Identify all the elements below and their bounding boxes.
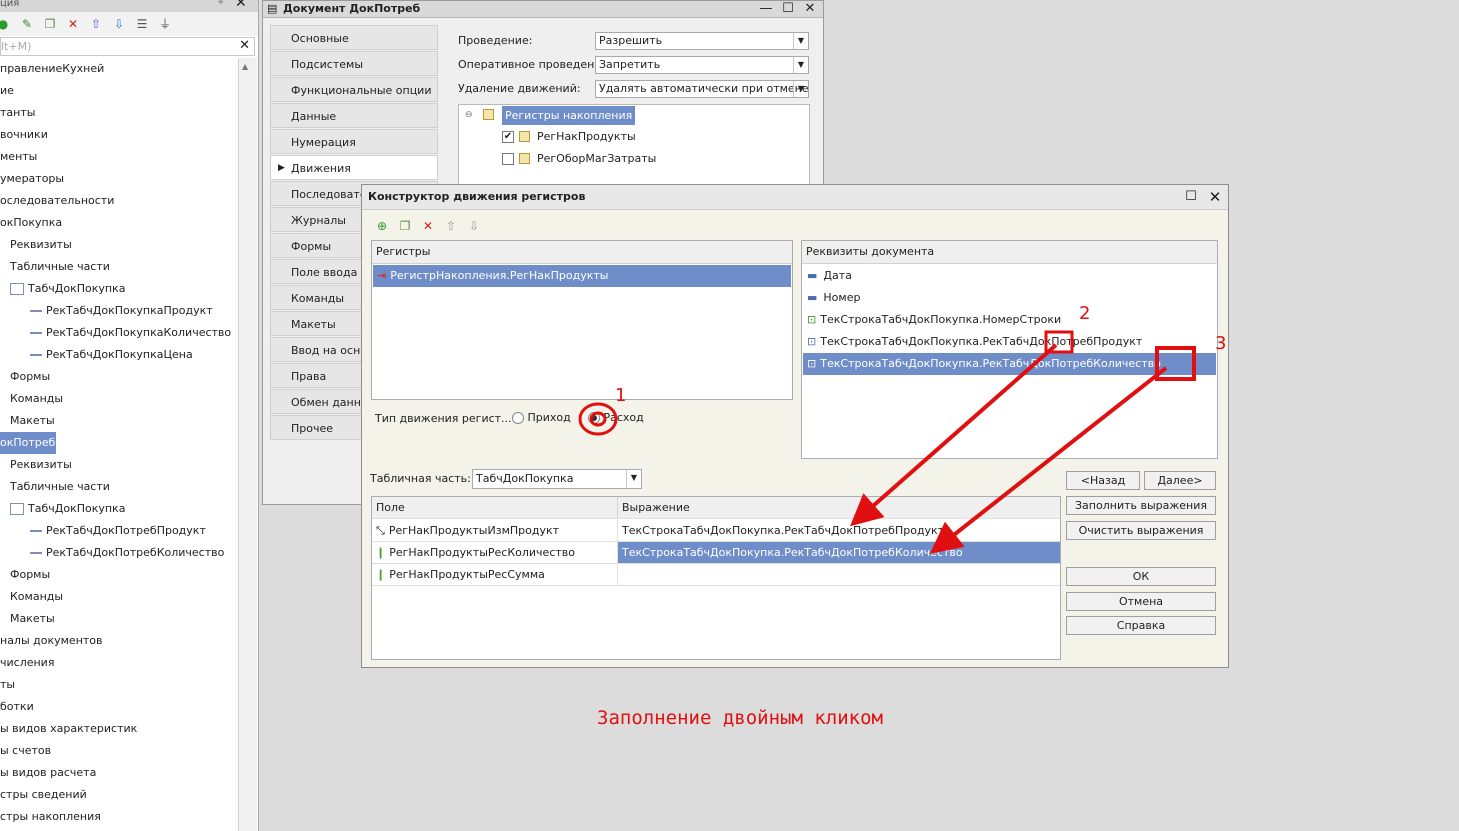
annotation-label-2: 2 [1079, 303, 1091, 324]
annotation-arrow-3 [929, 366, 1168, 554]
annotation-arrow-2 [849, 343, 1058, 527]
annotation-circle-1-inner [589, 411, 607, 427]
annotation-label-3: 3 [1215, 333, 1227, 354]
annotation-box-3 [1155, 346, 1196, 381]
annotation-caption: Заполнение двойным кликом [597, 707, 883, 729]
annotation-label-1: 1 [615, 385, 627, 406]
annotation-circle-1 [578, 402, 618, 436]
